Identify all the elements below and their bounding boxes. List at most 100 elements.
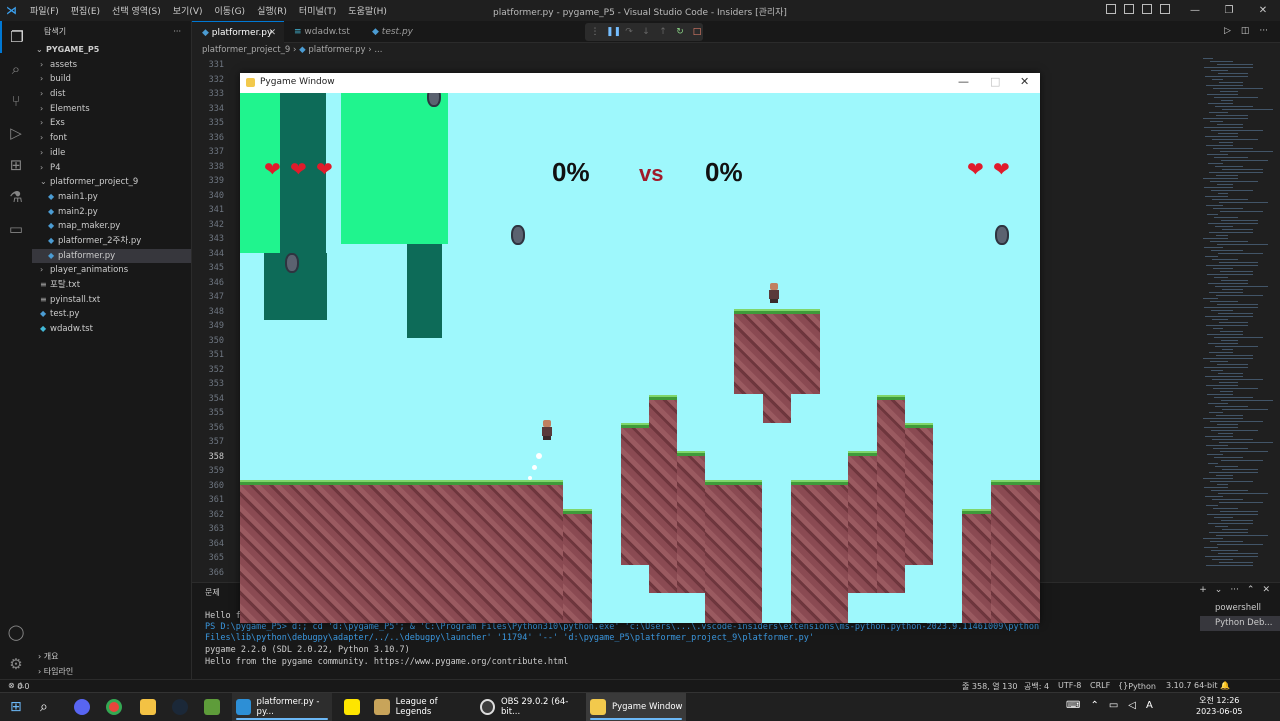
step-over-icon[interactable]: ↷ [623,27,635,37]
menu-selection[interactable]: 선택 영역(S) [106,4,167,17]
taskbar-app-pygame[interactable]: Pygame Window [586,693,686,721]
encoding[interactable]: UTF-8 [1058,681,1081,690]
maximize-panel-icon[interactable]: ⌃ [1247,585,1255,595]
workspace-root[interactable]: ⌄ PYGAME_P5 [32,43,191,58]
breadcrumb-folder[interactable]: platformer_project_9 [202,45,290,55]
menu-help[interactable]: 도움말(H) [342,4,393,17]
folder-item[interactable]: ⌄ platformer_project_9 [32,175,191,190]
kakaotalk-icon[interactable] [344,693,366,721]
steam-icon[interactable] [172,693,194,721]
notifications-icon[interactable]: 🔔 [1220,681,1230,690]
restart-icon[interactable]: ↻ [674,27,686,37]
file-item[interactable]: ≡ pyinstall.txt [32,293,191,308]
restore-icon[interactable]: ❐ [1212,0,1246,21]
menu-file[interactable]: 파일(F) [24,4,65,17]
file-item[interactable]: ◆ main2.py [32,205,191,220]
run-debug-icon[interactable]: ▷ [0,117,32,149]
search-icon[interactable]: ⌕ [40,693,56,721]
taskbar-app-obs[interactable]: OBS 29.0.2 (64-bit... [480,693,580,721]
extensions-icon[interactable]: ⊞ [0,149,32,181]
menu-edit[interactable]: 편집(E) [65,4,106,17]
pygame-title-bar[interactable]: Pygame Window — □ ✕ [240,73,1040,93]
minecraft-icon[interactable] [204,693,226,721]
file-item[interactable]: ◆ wdadw.tst [32,322,191,337]
breadcrumb-file[interactable]: platformer.py [308,45,365,55]
network-icon[interactable]: ▭ [1109,700,1118,711]
minimize-icon[interactable]: — [958,75,969,88]
keyboard-icon[interactable]: ⌨ [1066,700,1080,711]
toggle-panel-icon[interactable] [1124,4,1134,14]
taskbar-app-vscode[interactable]: platformer.py - py... [232,693,332,721]
folder-item[interactable]: › Exs [32,116,191,131]
file-item[interactable]: ◆ platformer_2주차.py [32,234,191,249]
tab-problems[interactable]: 문제 [205,587,220,598]
settings-gear-icon[interactable]: ⚙ [0,648,32,680]
explorer-icon[interactable]: ❐ [0,21,32,53]
start-icon[interactable]: ⊞ [10,693,26,721]
folder-item[interactable]: › idle [32,146,191,161]
file-item[interactable]: ◆ test.py [32,307,191,322]
chevron-up-icon[interactable]: ⌃ [1090,700,1098,711]
source-control-icon[interactable]: ⑂ [0,85,32,117]
breadcrumb-symbol[interactable]: ... [374,45,382,55]
timeline-section[interactable]: › 타임라인 [32,664,192,679]
run-icon[interactable]: ▷ [1224,26,1231,36]
menu-run[interactable]: 실행(R) [251,4,293,17]
drag-handle-icon[interactable]: ⋮ [589,27,601,37]
folder-item[interactable]: › dist [32,87,191,102]
menu-view[interactable]: 보기(V) [167,4,209,17]
terminal-python-debug[interactable]: Python Deb... [1200,616,1280,631]
indentation[interactable]: 공백: 4 [1024,681,1049,692]
taskbar-app-lol[interactable]: League of Legends [374,693,474,721]
file-item[interactable]: ≡ 포탈.txt [32,278,191,293]
remote-explorer-icon[interactable]: ▭ [0,213,32,245]
customize-layout-icon[interactable] [1160,4,1170,14]
end-of-line[interactable]: CRLF [1090,681,1110,690]
terminal-powershell[interactable]: powershell [1200,601,1280,616]
file-item[interactable]: ◆ main1.py [32,190,191,205]
more-actions-icon[interactable]: ··· [1230,585,1239,595]
tab-platformer[interactable]: ◆ platformer.py ✕ [192,21,284,43]
stop-icon[interactable]: □ [691,27,703,37]
split-editor-icon[interactable]: ◫ [1241,26,1250,36]
close-panel-icon[interactable]: ✕ [1262,585,1270,595]
menu-terminal[interactable]: 터미널(T) [293,4,342,17]
language-mode[interactable]: {} Python [1118,681,1156,691]
maximize-icon[interactable]: □ [990,75,1000,88]
minimize-icon[interactable]: — [1178,0,1212,21]
folder-item[interactable]: › build [32,72,191,87]
game-canvas[interactable]: ❤ ❤ ❤ ❤ ❤ 0% vs 0% [240,93,1040,623]
menu-go[interactable]: 이동(G) [209,4,252,17]
close-icon[interactable]: ✕ [1020,75,1029,88]
cursor-position[interactable]: 줄 358, 열 130 [962,681,1017,692]
close-icon[interactable]: ✕ [1246,0,1280,21]
step-into-icon[interactable]: ↓ [640,27,652,37]
volume-icon[interactable]: ◁ [1128,700,1136,711]
close-tab-icon[interactable]: ✕ [268,22,276,44]
clock[interactable]: 오전 12:26 2023-06-05 [1196,695,1243,717]
folder-item[interactable]: › P4 [32,161,191,176]
explorer-folder-icon[interactable] [140,693,162,721]
outline-section[interactable]: › 개요 [32,649,192,664]
pygame-window[interactable]: Pygame Window — □ ✕ ❤ ❤ ❤ ❤ ❤ 0% vs 0% [240,73,1040,623]
chevron-down-icon[interactable]: ⌄ [1215,585,1223,595]
more-actions-icon[interactable]: ··· [1259,26,1268,36]
pause-icon[interactable]: ❚❚ [606,27,621,37]
new-terminal-icon[interactable]: + [1199,585,1207,595]
search-icon[interactable]: ⌕ [0,53,32,85]
account-icon[interactable]: ◯ [0,616,32,648]
python-interpreter[interactable]: 3.10.7 64-bit [1166,681,1218,690]
folder-item[interactable]: › assets [32,58,191,73]
input-method-icon[interactable]: A [1146,700,1153,711]
problems-status[interactable]: ⊗ 0 ⚠ 0 [8,681,30,691]
file-item[interactable]: ◆ map_maker.py [32,219,191,234]
folder-item[interactable]: › Elements [32,102,191,117]
discord-icon[interactable] [74,693,96,721]
step-out-icon[interactable]: ↑ [657,27,669,37]
toggle-secondary-sidebar-icon[interactable] [1142,4,1152,14]
file-item[interactable]: ◆ platformer.py [32,248,191,264]
folder-item[interactable]: › player_animations [32,263,191,278]
more-actions-icon[interactable]: ··· [173,21,181,43]
minimap[interactable] [1195,58,1280,578]
testing-icon[interactable]: ⚗ [0,181,32,213]
